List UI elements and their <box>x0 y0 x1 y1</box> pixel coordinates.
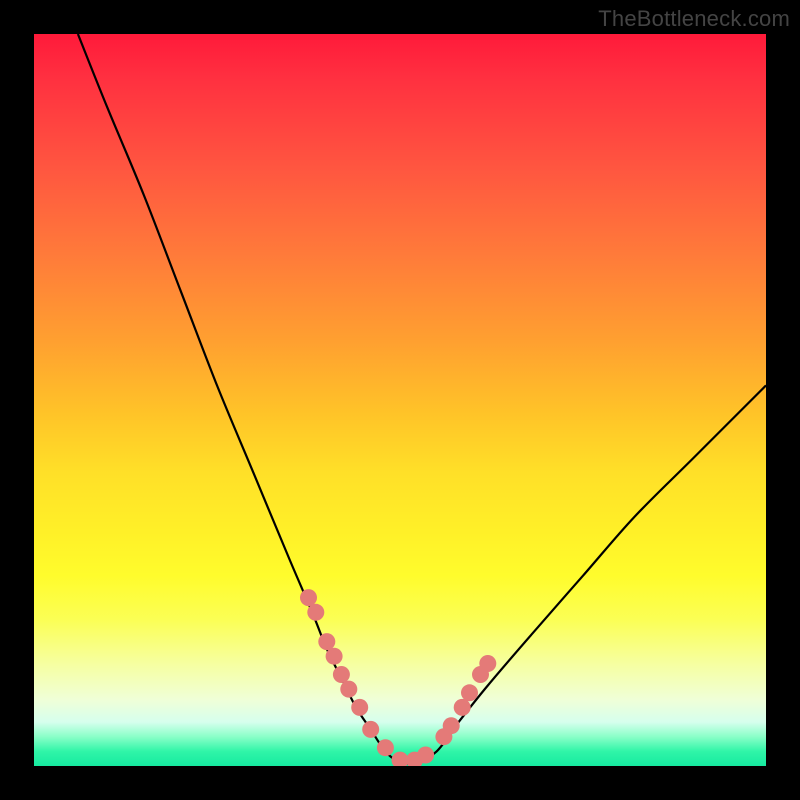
curve-marker <box>326 648 343 665</box>
chart-svg <box>34 34 766 766</box>
curve-marker <box>461 684 478 701</box>
plot-area <box>34 34 766 766</box>
curve-marker <box>318 633 335 650</box>
curve-marker <box>333 666 350 683</box>
curve-marker <box>479 655 496 672</box>
curve-marker <box>392 752 409 766</box>
curve-marker <box>307 604 324 621</box>
curve-marker <box>454 699 471 716</box>
curve-marker <box>417 747 434 764</box>
curve-marker <box>377 739 394 756</box>
bottleneck-curve <box>78 34 766 764</box>
curve-marker <box>362 721 379 738</box>
curve-marker <box>351 699 368 716</box>
chart-frame: TheBottleneck.com <box>0 0 800 800</box>
marker-group <box>300 589 496 766</box>
curve-marker <box>443 717 460 734</box>
curve-marker <box>340 681 357 698</box>
watermark-text: TheBottleneck.com <box>598 6 790 32</box>
curve-marker <box>300 589 317 606</box>
